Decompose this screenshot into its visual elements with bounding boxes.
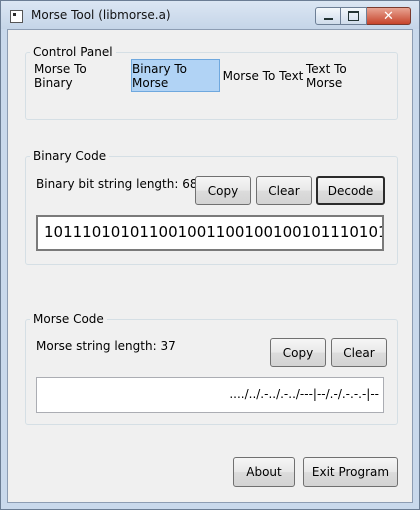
app-window: Morse Tool (libmorse.a) ✕ Control Panel … [0,0,420,510]
client-area: Control Panel Morse To Binary Binary To … [7,29,413,503]
tab-label: Text To Morse [306,61,347,90]
minimize-icon [323,18,333,20]
decode-button[interactable]: Decode [316,176,385,205]
morse-code-legend: Morse Code [33,312,104,326]
morse-length-label: Morse string length: 37 [36,339,176,353]
binary-length-label: Binary bit string length: 68 [36,177,198,191]
morse-copy-button[interactable]: Copy [270,338,326,367]
close-button[interactable]: ✕ [367,7,411,25]
control-panel-legend: Control Panel [33,45,113,59]
binary-input[interactable]: 10111010101100100110010010010111010101 [36,215,384,251]
app-icon [10,10,23,23]
tab-text-to-morse[interactable]: Text To Morse [306,59,385,92]
button-label: About [246,465,282,479]
button-label: Decode [327,183,374,198]
maximize-button[interactable] [341,7,367,25]
tab-binary-to-morse[interactable]: Binary To Morse [131,59,220,92]
close-icon: ✕ [383,8,394,24]
button-label: Clear [268,183,300,198]
tab-morse-to-binary[interactable]: Morse To Binary [34,59,128,92]
button-label: Copy [282,345,314,360]
button-label: Exit Program [311,465,390,479]
morse-input[interactable]: ..../../.-../.-../---|--/.-/.-.-.-|-- [36,377,384,413]
button-label: Copy [207,183,239,198]
morse-clear-button[interactable]: Clear [331,338,387,367]
binary-code-legend: Binary Code [33,149,107,163]
tab-morse-to-text[interactable]: Morse To Text [222,59,304,92]
maximize-icon [348,11,359,21]
title-bar[interactable]: Morse Tool (libmorse.a) ✕ [1,1,419,29]
minimize-button[interactable] [315,7,341,25]
tab-label: Morse To Text [222,68,304,83]
binary-copy-button[interactable]: Copy [195,176,251,205]
tab-label: Binary To Morse [132,61,188,90]
window-title: Morse Tool (libmorse.a) [31,8,171,22]
button-label: Clear [343,345,375,360]
binary-clear-button[interactable]: Clear [256,176,312,205]
exit-program-button[interactable]: Exit Program [303,457,398,487]
about-button[interactable]: About [233,457,295,487]
window-controls: ✕ [315,7,411,25]
tab-label: Morse To Binary [34,61,87,90]
